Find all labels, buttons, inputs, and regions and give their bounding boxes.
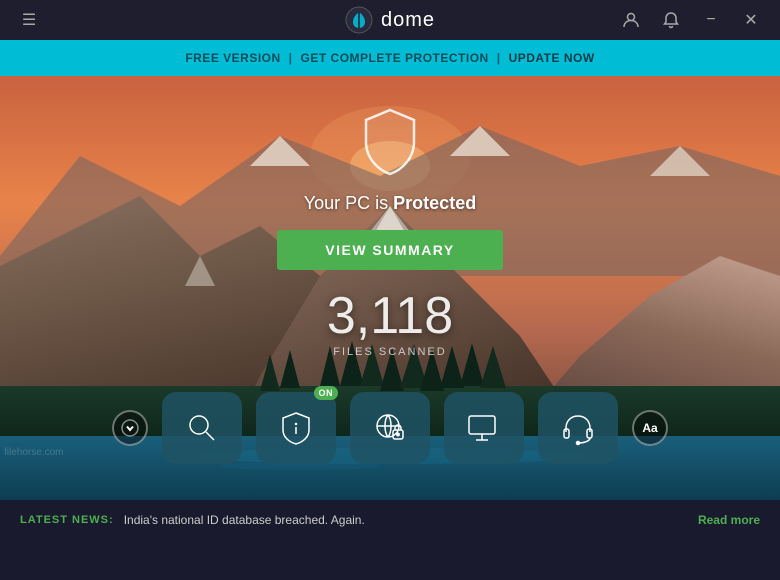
title-bar: ☰ dome − ✕: [0, 0, 780, 40]
files-count: 3,118: [327, 290, 453, 342]
shield-icon: [358, 106, 422, 178]
app-title: dome: [381, 9, 435, 32]
monitor-icon: [466, 410, 502, 446]
dome-logo-icon: [345, 6, 373, 34]
globe-lock-icon: [372, 410, 408, 446]
minimize-button[interactable]: −: [692, 1, 730, 39]
user-profile-button[interactable]: [612, 1, 650, 39]
hamburger-menu-button[interactable]: ☰: [10, 1, 48, 39]
news-label: LATEST NEWS:: [20, 514, 114, 526]
main-content-area: Your PC is Protected VIEW SUMMARY 3,118 …: [0, 76, 780, 500]
scroll-down-button[interactable]: [112, 410, 148, 446]
view-summary-button[interactable]: VIEW SUMMARY: [277, 230, 502, 270]
read-more-link[interactable]: Read more: [698, 513, 760, 527]
promo-divider-2: |: [497, 51, 501, 65]
update-now-link[interactable]: UPDATE NOW: [509, 51, 595, 65]
promo-free-version: FREE VERSION: [185, 51, 280, 65]
support-feature-button[interactable]: [538, 392, 618, 464]
headset-icon: [560, 410, 596, 446]
on-badge: ON: [314, 386, 339, 400]
antivirus-feature-button[interactable]: [162, 392, 242, 464]
promo-divider-1: |: [289, 51, 293, 65]
watermark: filehorse.com: [0, 447, 67, 458]
shield-container: [358, 106, 422, 183]
feature-icons-row: ON: [0, 392, 780, 464]
web-protection-feature-button[interactable]: [350, 392, 430, 464]
promo-bar: FREE VERSION | GET COMPLETE PROTECTION |…: [0, 40, 780, 76]
news-text: India's national ID database breached. A…: [124, 513, 688, 527]
accessibility-button[interactable]: Aa: [632, 410, 668, 446]
status-text: Your PC is Protected: [304, 193, 476, 214]
close-button[interactable]: ✕: [732, 1, 770, 39]
notifications-button[interactable]: [652, 1, 690, 39]
search-icon: [184, 410, 220, 446]
security-feature-button[interactable]: ON: [256, 392, 336, 464]
get-protection-link[interactable]: GET COMPLETE PROTECTION: [301, 51, 489, 65]
device-control-feature-button[interactable]: [444, 392, 524, 464]
files-label: FILES SCANNED: [333, 346, 446, 358]
news-bar: LATEST NEWS: India's national ID databas…: [0, 500, 780, 540]
shield-info-icon: [278, 410, 314, 446]
